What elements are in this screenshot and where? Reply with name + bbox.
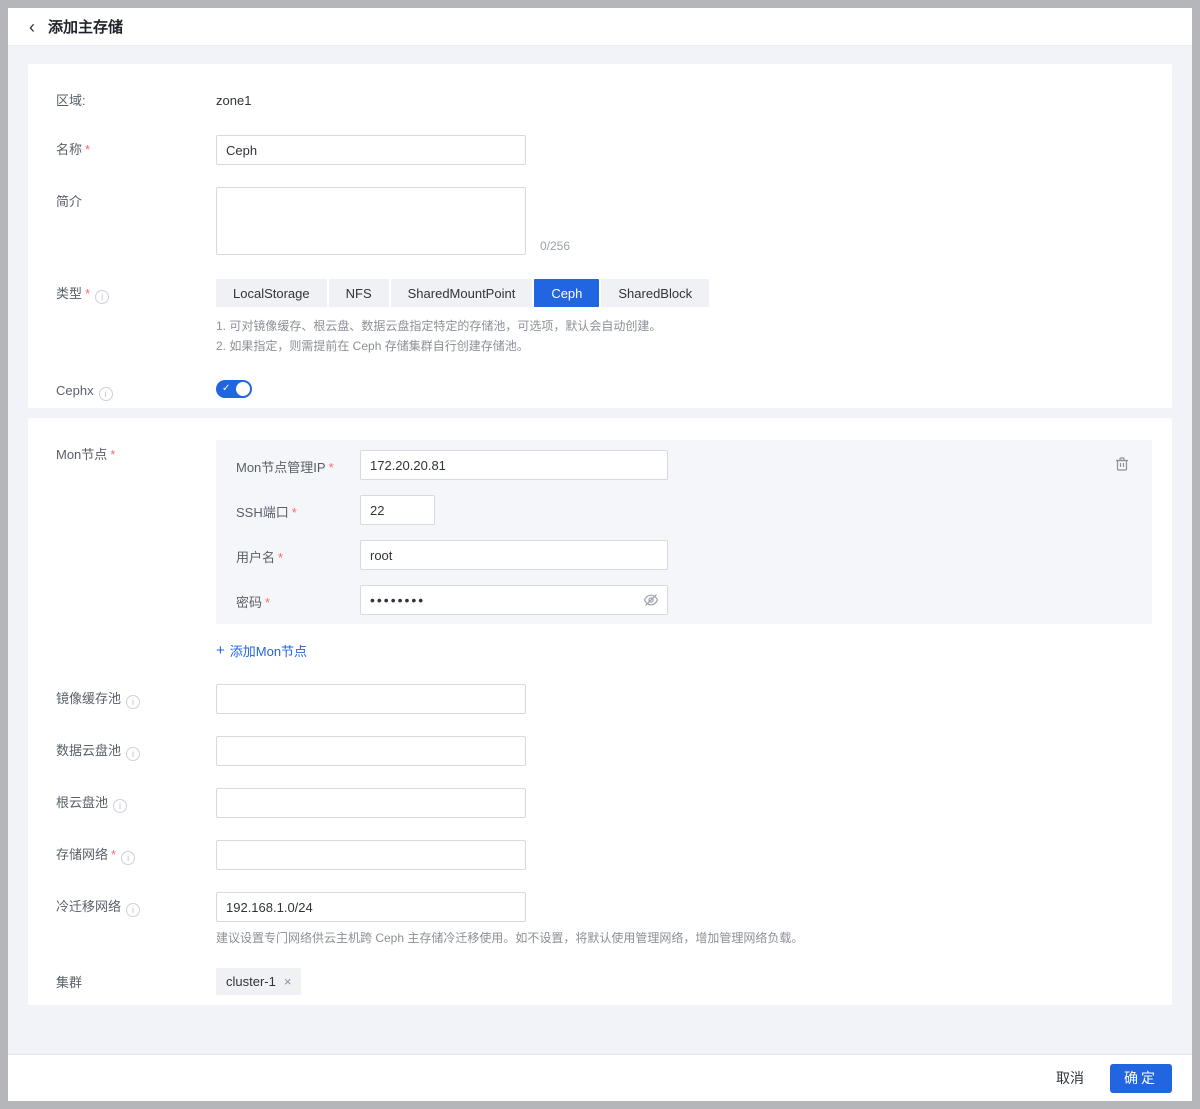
tab-ceph[interactable]: Ceph: [534, 279, 599, 307]
info-icon: [95, 290, 109, 304]
confirm-button[interactable]: 确定: [1110, 1064, 1172, 1093]
type-hints: 1. 可对镜像缓存、根云盘、数据云盘指定特定的存储池，可选项，默认会自动创建。 …: [216, 316, 1152, 356]
tab-sharedblock[interactable]: SharedBlock: [601, 279, 709, 307]
username-row: 用户名*: [236, 540, 1132, 570]
required-asterisk: *: [85, 286, 90, 301]
image-cache-pool-row: 镜像缓存池: [56, 684, 1152, 714]
page-header: 添加主存储: [8, 8, 1192, 46]
toggle-knob: [236, 382, 250, 396]
cancel-button[interactable]: 取消: [1056, 1068, 1084, 1088]
tab-nfs[interactable]: NFS: [329, 279, 389, 307]
migration-network-input[interactable]: [216, 892, 526, 922]
root-volume-pool-label: 根云盘池: [56, 788, 216, 813]
info-icon: [113, 799, 127, 813]
description-label: 简介: [56, 187, 216, 210]
storage-network-label: 存储网络*: [56, 840, 216, 865]
image-cache-pool-label: 镜像缓存池: [56, 684, 216, 709]
type-row: 类型* LocalStorage NFS SharedMountPoint Ce…: [56, 279, 1152, 356]
root-volume-pool-row: 根云盘池: [56, 788, 1152, 818]
storage-network-row: 存储网络*: [56, 840, 1152, 870]
info-icon: [126, 695, 140, 709]
type-hint-1: 1. 可对镜像缓存、根云盘、数据云盘指定特定的存储池，可选项，默认会自动创建。: [216, 316, 1152, 336]
zone-label: 区域:: [56, 86, 216, 109]
password-label: 密码*: [236, 585, 360, 611]
migration-network-row: 冷迁移网络 建议设置专门网络供云主机跨 Ceph 主存储冷迁移使用。如不设置，将…: [56, 892, 1152, 946]
zone-value: zone1: [216, 86, 1152, 108]
username-input[interactable]: [360, 540, 668, 570]
mon-node-panel: Mon节点管理IP* SSH端口* 用户名* 密码*: [216, 440, 1152, 624]
footer-bar: 取消 确定: [8, 1054, 1192, 1101]
required-asterisk: *: [85, 142, 90, 157]
back-chevron-icon[interactable]: [24, 18, 40, 36]
ssh-port-input[interactable]: [360, 495, 435, 525]
cephx-toggle[interactable]: [216, 380, 252, 398]
required-asterisk: *: [329, 460, 334, 475]
required-asterisk: *: [265, 595, 270, 610]
cephx-label: Cephx: [56, 376, 216, 401]
type-hint-2: 2. 如果指定，则需提前在 Ceph 存储集群自行创建存储池。: [216, 336, 1152, 356]
description-row: 简介 0/256: [56, 187, 1152, 255]
cephx-row: Cephx: [56, 376, 1152, 401]
tab-sharedmountpoint[interactable]: SharedMountPoint: [391, 279, 533, 307]
cluster-tag-text: cluster-1: [226, 974, 276, 989]
storage-type-tabs: LocalStorage NFS SharedMountPoint Ceph S…: [216, 279, 709, 307]
root-volume-pool-input[interactable]: [216, 788, 526, 818]
cluster-label: 集群: [56, 968, 216, 991]
delete-mon-node-icon[interactable]: [1114, 456, 1130, 472]
name-row: 名称*: [56, 135, 1152, 165]
info-icon: [99, 387, 113, 401]
mon-node-row: Mon节点* Mon节点管理IP* SSH端口* 用户名*: [56, 440, 1152, 684]
username-label: 用户名*: [236, 540, 360, 566]
required-asterisk: *: [110, 447, 115, 462]
type-label: 类型*: [56, 279, 216, 304]
mon-ip-row: Mon节点管理IP*: [236, 450, 1132, 480]
plus-icon: [216, 643, 225, 658]
tab-localstorage[interactable]: LocalStorage: [216, 279, 327, 307]
cluster-tag: cluster-1: [216, 968, 301, 995]
page-title: 添加主存储: [48, 16, 123, 37]
cluster-row: 集群 cluster-1: [56, 968, 1152, 995]
image-cache-pool-input[interactable]: [216, 684, 526, 714]
basic-info-card: 区域: zone1 名称* 简介 0/256: [28, 64, 1172, 408]
info-icon: [126, 747, 140, 761]
mon-node-label: Mon节点*: [56, 440, 216, 463]
mon-config-card: Mon节点* Mon节点管理IP* SSH端口* 用户名*: [28, 418, 1172, 1005]
info-icon: [121, 851, 135, 865]
form-body: 区域: zone1 名称* 简介 0/256: [8, 46, 1192, 1054]
migration-network-label: 冷迁移网络: [56, 892, 216, 917]
char-counter: 0/256: [540, 239, 570, 253]
data-volume-pool-input[interactable]: [216, 736, 526, 766]
password-visibility-icon[interactable]: [643, 592, 659, 608]
ssh-port-row: SSH端口*: [236, 495, 1132, 525]
remove-cluster-icon[interactable]: [284, 975, 292, 988]
mon-ip-input[interactable]: [360, 450, 668, 480]
add-primary-storage-page: 添加主存储 区域: zone1 名称* 简介: [0, 0, 1200, 1109]
description-textarea[interactable]: [216, 187, 526, 255]
storage-network-input[interactable]: [216, 840, 526, 870]
data-volume-pool-row: 数据云盘池: [56, 736, 1152, 766]
required-asterisk: *: [111, 847, 116, 862]
migration-network-hint: 建议设置专门网络供云主机跨 Ceph 主存储冷迁移使用。如不设置，将默认使用管理…: [216, 930, 1152, 946]
add-mon-node-link[interactable]: 添加Mon节点: [216, 641, 307, 660]
password-input[interactable]: [360, 585, 668, 615]
name-input[interactable]: [216, 135, 526, 165]
info-icon: [126, 903, 140, 917]
ssh-port-label: SSH端口*: [236, 495, 360, 521]
check-icon: [222, 381, 230, 397]
data-volume-pool-label: 数据云盘池: [56, 736, 216, 761]
password-row: 密码*: [236, 585, 1132, 615]
required-asterisk: *: [292, 505, 297, 520]
name-label: 名称*: [56, 135, 216, 158]
zone-row: 区域: zone1: [56, 86, 1152, 109]
mon-ip-label: Mon节点管理IP*: [236, 450, 360, 476]
required-asterisk: *: [278, 550, 283, 565]
